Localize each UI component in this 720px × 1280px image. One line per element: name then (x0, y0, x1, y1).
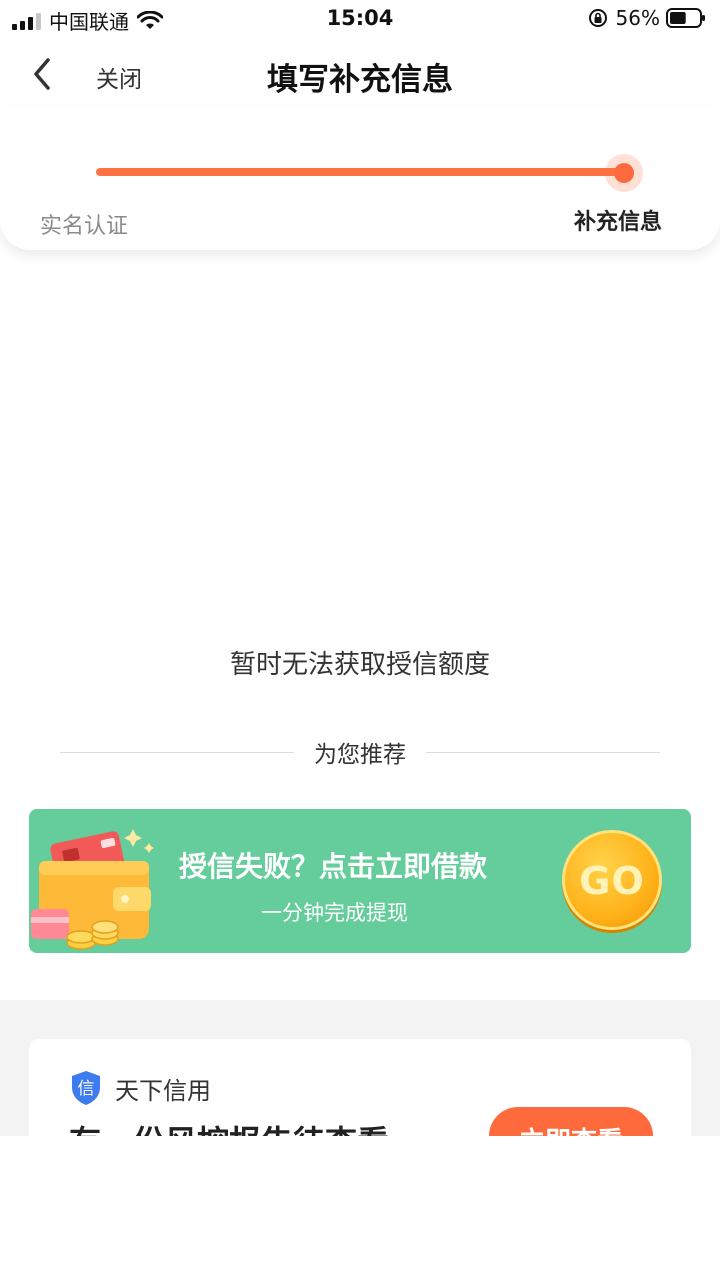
progress-card: 实名认证 补充信息 (0, 108, 720, 250)
nav-header: 关闭 填写补充信息 (0, 40, 720, 108)
go-button[interactable]: GO (562, 830, 662, 930)
recommend-label: 为您推荐 (314, 742, 406, 768)
page-title: 填写补充信息 (267, 62, 453, 98)
credit-headline: 有一份风控报告待查看 (69, 1117, 389, 1136)
banner-subtitle: 一分钟完成提现 (261, 901, 408, 925)
status-right: 56% (588, 6, 706, 30)
credit-fail-message: 暂时无法获取授信额度 (229, 650, 490, 680)
go-button-label: GO (579, 859, 645, 903)
credit-brand-name: 天下信用 (115, 1077, 211, 1105)
orientation-lock-icon (588, 9, 607, 27)
battery-percent: 56% (615, 6, 660, 30)
shield-icon-char: 信 (78, 1079, 95, 1099)
step-label-supplement: 补充信息 (573, 210, 662, 235)
credit-report-card[interactable]: 信 天下信用 有一份风控报告待查看 立即查看 (29, 1039, 691, 1136)
blank-bottom-area (0, 1136, 720, 1280)
divider-line-left (60, 751, 294, 753)
view-report-button[interactable]: 立即查看 (489, 1107, 653, 1136)
shield-icon: 信 (72, 1071, 100, 1105)
progress-current-dot (614, 163, 634, 183)
recommend-list-area: 信 天下信用 有一份风控报告待查看 立即查看 (0, 1000, 720, 1136)
status-bar: 中国联通 15:04 56% (0, 0, 720, 40)
recommend-divider: 为您推荐 (60, 734, 660, 770)
banner-title: 授信失败？点击立即借款 (179, 850, 488, 883)
battery-icon (666, 8, 705, 28)
step-label-identity: 实名认证 (40, 214, 129, 239)
loan-banner[interactable]: 授信失败？点击立即借款 一分钟完成提现 GO (29, 809, 691, 953)
divider-line-right (426, 751, 660, 753)
view-report-button-label: 立即查看 (489, 1121, 653, 1136)
progress-bar (96, 168, 624, 176)
wallet-coins-illustration (31, 829, 154, 950)
